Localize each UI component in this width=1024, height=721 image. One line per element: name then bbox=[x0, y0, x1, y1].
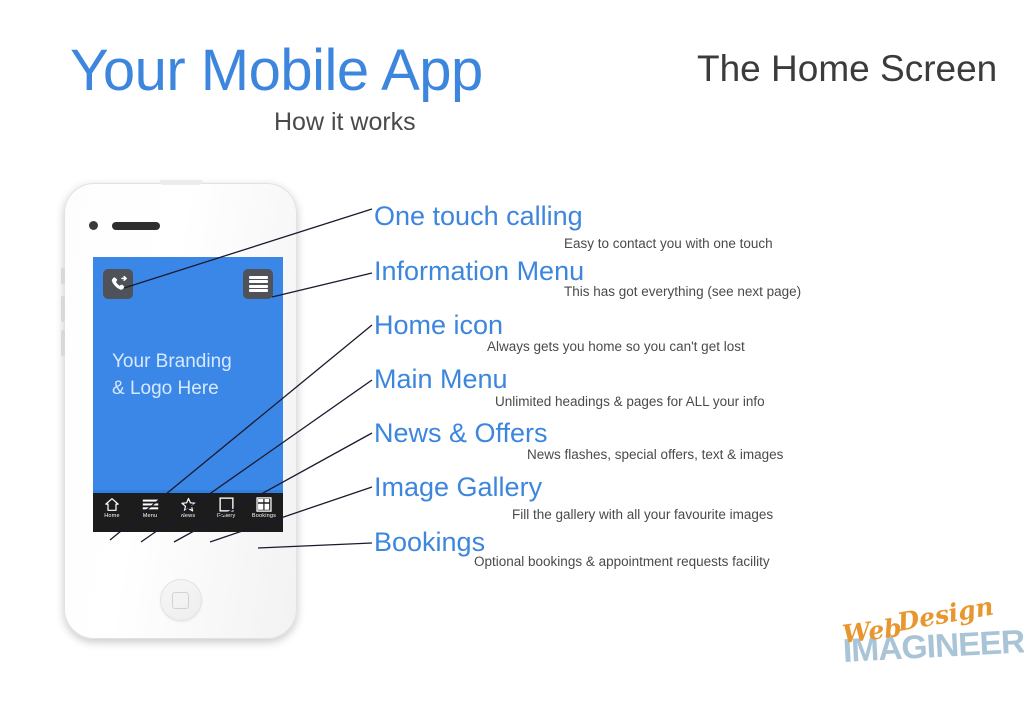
hamburger-menu-icon bbox=[142, 496, 159, 513]
nav-item-bookings[interactable]: Bookings bbox=[245, 496, 283, 520]
star-icon bbox=[180, 496, 197, 513]
branding-line-1: Your Branding bbox=[112, 351, 232, 372]
home-button-square-icon bbox=[172, 591, 189, 609]
home-icon bbox=[104, 496, 120, 513]
phone-side-button-silent[interactable] bbox=[61, 268, 65, 284]
callout-desc-news-offers: News flashes, special offers, text & ima… bbox=[527, 447, 784, 462]
phone-side-button-volume-down[interactable] bbox=[61, 330, 65, 356]
one-touch-call-button[interactable] bbox=[103, 269, 133, 299]
callout-title-news-offers: News & Offers bbox=[374, 418, 548, 448]
nav-item-gallery[interactable]: Gallery bbox=[207, 496, 245, 520]
callout-title-bookings: Bookings bbox=[374, 527, 486, 557]
nav-label-bookings: Bookings bbox=[251, 513, 277, 519]
branding-line-2: & Logo Here bbox=[112, 377, 219, 399]
phone-earpiece-speaker bbox=[112, 222, 160, 230]
page-subtitle: How it works bbox=[274, 108, 416, 136]
nav-label-menu: Menu bbox=[142, 513, 158, 519]
callout-title-home-icon: Home icon bbox=[374, 310, 504, 340]
callout-title-main-menu: Main Menu bbox=[374, 364, 508, 394]
nav-label-news: News bbox=[180, 513, 196, 519]
phone-screen: Your Branding & Logo Here Home Menu News… bbox=[93, 257, 283, 532]
phone-antenna-notch bbox=[159, 180, 202, 185]
information-menu-button[interactable] bbox=[243, 269, 273, 299]
phone-front-camera bbox=[89, 221, 98, 230]
callout-desc-image-gallery: Fill the gallery with all your favourite… bbox=[512, 507, 774, 522]
nav-item-menu[interactable]: Menu bbox=[131, 496, 169, 520]
hamburger-menu-icon bbox=[248, 276, 268, 292]
nav-label-gallery: Gallery bbox=[216, 513, 236, 519]
app-bottom-nav: Home Menu News Gallery Bookings bbox=[93, 490, 283, 532]
square-frame-icon bbox=[218, 496, 234, 513]
callout-title-image-gallery: Image Gallery bbox=[374, 472, 543, 502]
nav-item-home[interactable]: Home bbox=[93, 496, 131, 520]
nav-item-news[interactable]: News bbox=[169, 496, 207, 520]
page-title: Your Mobile App bbox=[70, 38, 483, 103]
nav-label-home: Home bbox=[104, 513, 120, 519]
app-top-bar bbox=[93, 257, 283, 307]
callout-desc-bookings: Optional bookings & appointment requests… bbox=[474, 554, 770, 569]
logo-word-web: Web bbox=[840, 612, 904, 649]
phone-side-button-volume-up[interactable] bbox=[61, 296, 65, 322]
callout-title-one-touch-calling: One touch calling bbox=[374, 201, 583, 231]
callout-desc-information-menu: This has got everything (see next page) bbox=[564, 284, 802, 299]
section-title: The Home Screen bbox=[697, 48, 998, 89]
phone-home-button[interactable] bbox=[159, 579, 202, 621]
callout-desc-main-menu: Unlimited headings & pages for ALL your … bbox=[495, 394, 765, 409]
callout-desc-home-icon: Always gets you home so you can't get lo… bbox=[487, 339, 745, 354]
company-logo: IMAGINEERS Web Design bbox=[838, 592, 1024, 670]
branding-placeholder: Your Branding & Logo Here bbox=[112, 349, 232, 403]
callout-title-information-menu: Information Menu bbox=[374, 256, 585, 286]
phone-call-icon bbox=[111, 275, 127, 290]
calendar-grid-icon bbox=[256, 496, 272, 513]
slide-canvas: Your Mobile App How it works The Home Sc… bbox=[0, 0, 1024, 721]
callout-desc-one-touch-calling: Easy to contact you with one touch bbox=[564, 236, 773, 251]
